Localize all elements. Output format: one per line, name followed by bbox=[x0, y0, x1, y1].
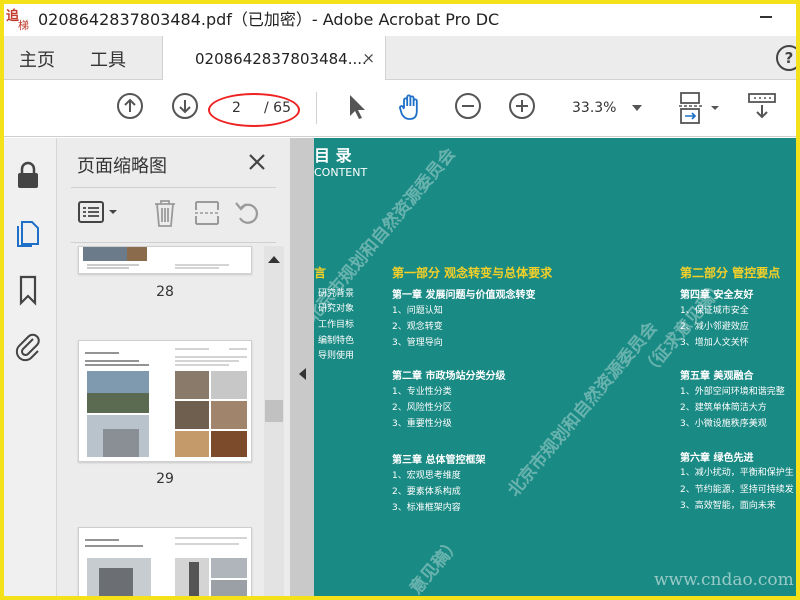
chapter-title: 第三章 总体管控框架 bbox=[392, 455, 486, 466]
chapter-title: 第六章 绿色先进 bbox=[680, 453, 754, 464]
tab-tools[interactable]: 工具 bbox=[90, 46, 126, 72]
close-panel-icon[interactable] bbox=[247, 152, 267, 172]
rotate-page-icon[interactable] bbox=[233, 198, 263, 228]
chapter-item: 2、建筑单体简洁大方 bbox=[680, 403, 767, 413]
chapter-item: 3、增加人文关怀 bbox=[680, 338, 749, 348]
zoom-dropdown-chevron-icon[interactable] bbox=[632, 105, 642, 111]
zoom-in-icon[interactable] bbox=[508, 92, 536, 120]
page-thumbnail-30[interactable] bbox=[78, 527, 252, 600]
page-thumbnail-28[interactable] bbox=[78, 246, 252, 274]
zoom-level-select[interactable]: 33.3% bbox=[572, 100, 616, 116]
chapter-item: 1、宏观思考维度 bbox=[392, 471, 461, 481]
intro-item: 导则使用 bbox=[318, 351, 355, 361]
chapter-item: 1、问题认知 bbox=[392, 306, 443, 316]
toc-heading: 目 录 bbox=[314, 146, 352, 165]
page-thumbnail-29[interactable] bbox=[78, 340, 252, 462]
select-cursor-icon[interactable] bbox=[346, 92, 370, 122]
collapse-panel-icon[interactable] bbox=[299, 368, 306, 380]
chapter-item: 2、要素体系构成 bbox=[392, 487, 461, 497]
scroll-up-icon[interactable] bbox=[268, 256, 280, 263]
hand-tool-icon[interactable] bbox=[396, 92, 426, 122]
chapter-title: 第五章 美观融合 bbox=[680, 371, 754, 382]
toc-subheading: CONTENT bbox=[314, 166, 368, 179]
panel-divider bbox=[71, 187, 276, 188]
navigation-rail bbox=[0, 138, 57, 600]
previous-page-icon[interactable] bbox=[116, 92, 144, 120]
minimize-button[interactable] bbox=[760, 16, 772, 18]
toolbar-separator bbox=[316, 92, 317, 124]
lock-icon[interactable] bbox=[14, 160, 42, 190]
chapter-item: 3、管理导向 bbox=[392, 338, 443, 348]
chapter-item: 1、减小扰动，平衡和保护生 bbox=[680, 468, 794, 478]
delete-page-icon[interactable] bbox=[151, 198, 179, 228]
main-toolbar: 2 / 65 33.3% bbox=[0, 80, 800, 137]
chapter-item: 2、观念转变 bbox=[392, 322, 443, 332]
scrollbar-thumb[interactable] bbox=[265, 400, 283, 422]
panel-title: 页面缩略图 bbox=[77, 156, 167, 177]
part1-title: 第一部分 观念转变与总体要求 bbox=[392, 266, 553, 280]
chapter-item: 3、重要性分级 bbox=[392, 419, 452, 429]
thumbnail-label-29: 29 bbox=[156, 471, 174, 487]
site-watermark: www.cndao.com bbox=[654, 570, 794, 590]
window-title: 0208642837803484.pdf（已加密）- Adobe Acrobat… bbox=[38, 10, 500, 29]
next-page-icon[interactable] bbox=[171, 92, 199, 120]
chapter-item: 3、标准框架内容 bbox=[392, 503, 461, 513]
chapter-item: 2、节约能源，坚持可持续发 bbox=[680, 485, 794, 495]
thumbnail-label-28: 28 bbox=[156, 284, 174, 300]
page-thumbnails-panel: 页面缩略图 28 29 bbox=[57, 138, 290, 600]
tab-bar: 主页 工具 0208642837803484.... × bbox=[0, 36, 800, 81]
intro-item: 编制特色 bbox=[318, 336, 355, 346]
thumbnail-options-icon[interactable] bbox=[77, 198, 121, 228]
thumbnail-scrollbar[interactable] bbox=[264, 246, 284, 600]
insert-page-icon[interactable] bbox=[193, 198, 221, 228]
document-watermark: 北京市规划和自然资源委员会 bbox=[504, 318, 662, 501]
chapter-title: 第一章 发展问题与价值观念转变 bbox=[392, 290, 536, 301]
thumbnail-preview bbox=[85, 537, 247, 599]
document-watermark: 意见稿） bbox=[406, 533, 466, 599]
document-tab-close-button[interactable]: × bbox=[362, 49, 375, 67]
thumbnail-preview bbox=[85, 348, 247, 457]
part2-title: 第二部分 管控要点 bbox=[680, 266, 781, 280]
chapter-item: 3、高效智能，面向未来 bbox=[680, 501, 776, 511]
document-tab-label: 0208642837803484.... bbox=[195, 50, 367, 68]
panel-divider bbox=[71, 242, 276, 243]
bookmark-icon[interactable] bbox=[14, 274, 42, 306]
chapter-item: 3、小微设施秩序美观 bbox=[680, 419, 767, 429]
chapter-title: 第二章 市政场站分类分级 bbox=[392, 371, 506, 382]
tab-home[interactable]: 主页 bbox=[19, 46, 55, 72]
chapter-item: 2、风险性分区 bbox=[392, 403, 452, 413]
zoom-out-icon[interactable] bbox=[454, 92, 482, 120]
app-logo: 追 梯网 bbox=[4, 3, 34, 48]
help-icon[interactable]: ? bbox=[776, 45, 800, 71]
attachment-icon[interactable] bbox=[14, 330, 42, 362]
page-fit-icon[interactable] bbox=[677, 92, 721, 126]
page-number-highlight bbox=[208, 93, 300, 127]
chapter-item: 1、外部空间环境和谐完整 bbox=[680, 387, 785, 397]
document-view: 目 录 CONTENT 言 研究背景 研究对象 工作目标 编制特色 导则使用 第… bbox=[314, 138, 800, 600]
chapter-item: 1、专业性分类 bbox=[392, 387, 452, 397]
pages-icon[interactable] bbox=[14, 216, 42, 248]
read-mode-icon[interactable] bbox=[747, 92, 777, 122]
window-titlebar: 追 梯网 0208642837803484.pdf（已加密）- Adobe Ac… bbox=[0, 0, 800, 48]
thumbnail-preview bbox=[83, 247, 229, 269]
document-tab[interactable]: 0208642837803484.... × bbox=[162, 36, 386, 81]
